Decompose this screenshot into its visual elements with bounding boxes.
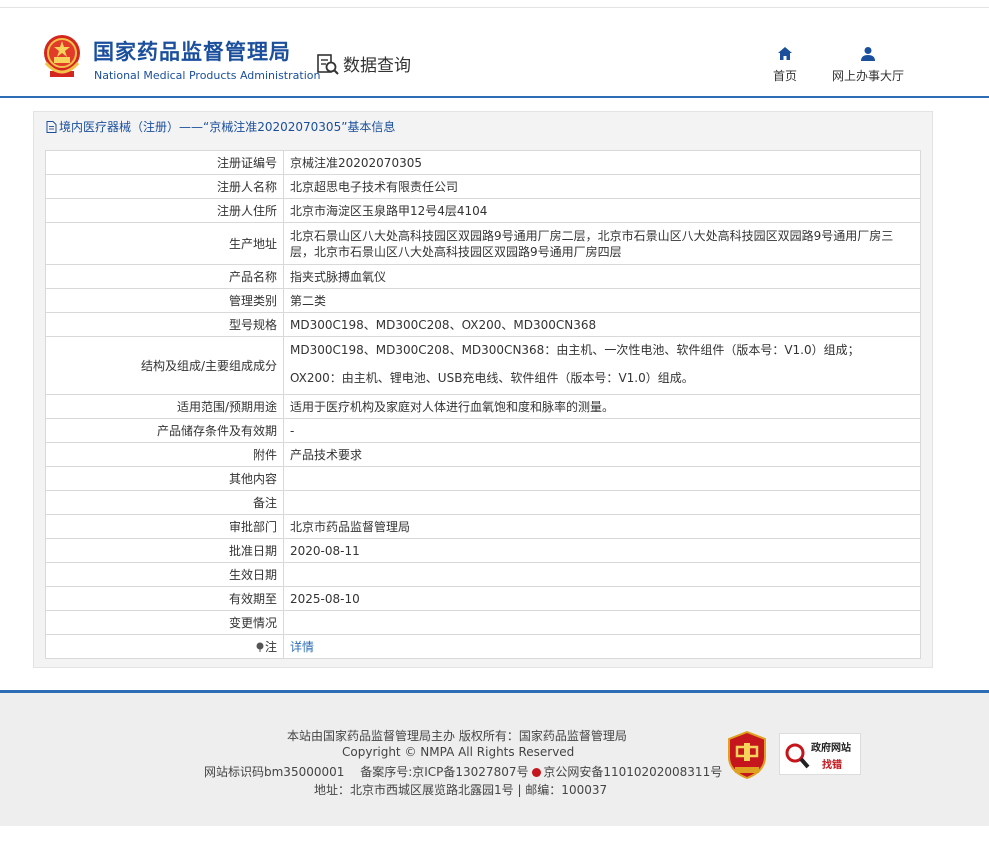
field-label: 注册证编号 — [45, 150, 284, 175]
police-badge-icon — [532, 768, 542, 777]
field-label: 生效日期 — [45, 562, 284, 587]
nav-home-label: 首页 — [772, 69, 797, 83]
pin-icon — [256, 642, 264, 652]
field-value: MD300C198、MD300C208、MD300CN368：由主机、一次性电池… — [283, 336, 921, 395]
footer-sponsor: 本站由国家药品监督管理局主办 版权所有：国家药品监督管理局 — [287, 729, 627, 743]
field-label: 备注 — [45, 490, 284, 515]
detail-table: 注册证编号 京械注准20202070305 注册人名称 北京超思电子技术有限责任公司… — [45, 150, 921, 659]
field-label: 其他内容 — [45, 466, 284, 491]
national-emblem-icon — [44, 35, 80, 77]
table-row: 审批部门 北京市药品监督管理局 — [45, 514, 921, 539]
table-row: 产品储存条件及有效期 - — [45, 418, 921, 443]
field-label: 审批部门 — [45, 514, 284, 539]
field-label: 注 — [45, 634, 284, 659]
field-value: MD300C198、MD300C208、OX200、MD300CN368 — [283, 312, 921, 337]
field-label: 结构及组成/主要组成成分 — [45, 336, 284, 395]
section-title: 数据查询 — [316, 51, 411, 76]
police-record[interactable]: 京公网安备11010202008311号 — [543, 765, 722, 779]
table-row: 生效日期 — [45, 562, 921, 587]
panel-title: 境内医疗器械（注册）——“京械注准20202070305”基本信息 — [34, 112, 932, 142]
note-label: 注 — [264, 639, 277, 654]
field-label: 适用范围/预期用途 — [45, 394, 284, 419]
field-value: 北京超思电子技术有限责任公司 — [283, 174, 921, 199]
table-row: 批准日期 2020-08-11 — [45, 538, 921, 563]
icp-record[interactable]: 网站标识码bm35000001 备案序号:京ICP备13027807号 — [204, 765, 528, 779]
brand-title-cn: 国家药品监督管理局 — [93, 40, 291, 64]
field-label: 有效期至 — [45, 586, 284, 611]
brand-title-en: National Medical Products Administration — [94, 69, 321, 82]
table-row: 变更情况 — [45, 610, 921, 635]
field-value: 指夹式脉搏血氧仪 — [283, 264, 921, 289]
structure-line-2: OX200：由主机、锂电池、USB充电线、软件组件（版本号：V1.0）组成。 — [290, 371, 694, 385]
field-label: 型号规格 — [45, 312, 284, 337]
field-label: 生产地址 — [45, 222, 284, 265]
gov-badge-subtitle: 找错 — [822, 760, 842, 771]
data-search-icon — [317, 53, 339, 75]
field-label: 产品储存条件及有效期 — [45, 418, 284, 443]
table-row: 管理类别 第二类 — [45, 288, 921, 313]
field-value: - — [283, 418, 921, 443]
table-row: 注册证编号 京械注准20202070305 — [45, 150, 921, 175]
top-strip — [0, 0, 989, 8]
site-footer: 本站由国家药品监督管理局主办 版权所有：国家药品监督管理局 Copyright … — [0, 690, 989, 826]
field-label: 批准日期 — [45, 538, 284, 563]
field-value: 适用于医疗机构及家庭对人体进行血氧饱和度和脉率的测量。 — [283, 394, 921, 419]
table-row: 注详情 — [45, 634, 921, 659]
field-value: 北京市药品监督管理局 — [283, 514, 921, 539]
document-icon — [46, 121, 57, 133]
field-label: 注册人住所 — [45, 198, 284, 223]
field-value — [283, 466, 921, 491]
field-value: 2020-08-11 — [283, 538, 921, 563]
field-value: 第二类 — [283, 288, 921, 313]
panel-title-text: 境内医疗器械（注册）——“京械注准20202070305”基本信息 — [59, 120, 396, 134]
field-value: 详情 — [283, 634, 921, 659]
footer-registration: 网站标识码bm35000001 备案序号:京ICP备13027807号 京公网安… — [204, 763, 722, 780]
nav-online-hall-label: 网上办事大厅 — [831, 69, 904, 83]
field-value — [283, 562, 921, 587]
user-icon — [861, 47, 875, 61]
table-row: 适用范围/预期用途 适用于医疗机构及家庭对人体进行血氧饱和度和脉率的测量。 — [45, 394, 921, 419]
field-value: 北京石景山区八大处高科技园区双园路9号通用厂房二层，北京市石景山区八大处高科技园… — [283, 222, 921, 265]
details-link[interactable]: 详情 — [290, 640, 314, 654]
gov-badge-title: 政府网站 — [811, 743, 851, 754]
table-row: 生产地址 北京石景山区八大处高科技园区双园路9号通用厂房二层，北京市石景山区八大处… — [45, 222, 921, 265]
table-row: 备注 — [45, 490, 921, 515]
nav-online-hall[interactable]: 网上办事大厅 — [828, 46, 908, 84]
table-row: 附件 产品技术要求 — [45, 442, 921, 467]
field-label: 管理类别 — [45, 288, 284, 313]
field-value: 北京市海淀区玉泉路甲12号4层4104 — [283, 198, 921, 223]
field-label: 产品名称 — [45, 264, 284, 289]
table-row: 结构及组成/主要组成成分 MD300C198、MD300C208、MD300CN3… — [45, 336, 921, 395]
field-label: 注册人名称 — [45, 174, 284, 199]
party-organ-badge-icon[interactable] — [727, 731, 767, 779]
table-row: 其他内容 — [45, 466, 921, 491]
table-row: 产品名称 指夹式脉搏血氧仪 — [45, 264, 921, 289]
magnifier-icon — [785, 743, 810, 769]
table-row: 有效期至 2025-08-10 — [45, 586, 921, 611]
table-row: 型号规格 MD300C198、MD300C208、OX200、MD300CN368 — [45, 312, 921, 337]
site-header: 国家药品监督管理局 National Medical Products Admi… — [0, 8, 989, 98]
field-value: 京械注准20202070305 — [283, 150, 921, 175]
field-value: 2025-08-10 — [283, 586, 921, 611]
table-row: 注册人名称 北京超思电子技术有限责任公司 — [45, 174, 921, 199]
field-label: 附件 — [45, 442, 284, 467]
field-label: 变更情况 — [45, 610, 284, 635]
field-value — [283, 490, 921, 515]
structure-line-1: MD300C198、MD300C208、MD300CN368：由主机、一次性电池… — [290, 343, 860, 357]
footer-copyright: Copyright © NMPA All Rights Reserved — [342, 745, 575, 759]
section-title-text: 数据查询 — [343, 56, 411, 76]
field-value: 产品技术要求 — [283, 442, 921, 467]
home-icon — [778, 47, 792, 60]
footer-address: 地址：北京市西城区展览路北露园1号 | 邮编：100037 — [314, 783, 608, 797]
field-value — [283, 610, 921, 635]
gov-site-error-badge[interactable]: 政府网站 找错 — [779, 733, 861, 775]
detail-panel: 境内医疗器械（注册）——“京械注准20202070305”基本信息 注册证编号京… — [33, 111, 933, 668]
table-row: 注册人住所 北京市海淀区玉泉路甲12号4层4104 — [45, 198, 921, 223]
nav-home[interactable]: 首页 — [768, 46, 802, 84]
